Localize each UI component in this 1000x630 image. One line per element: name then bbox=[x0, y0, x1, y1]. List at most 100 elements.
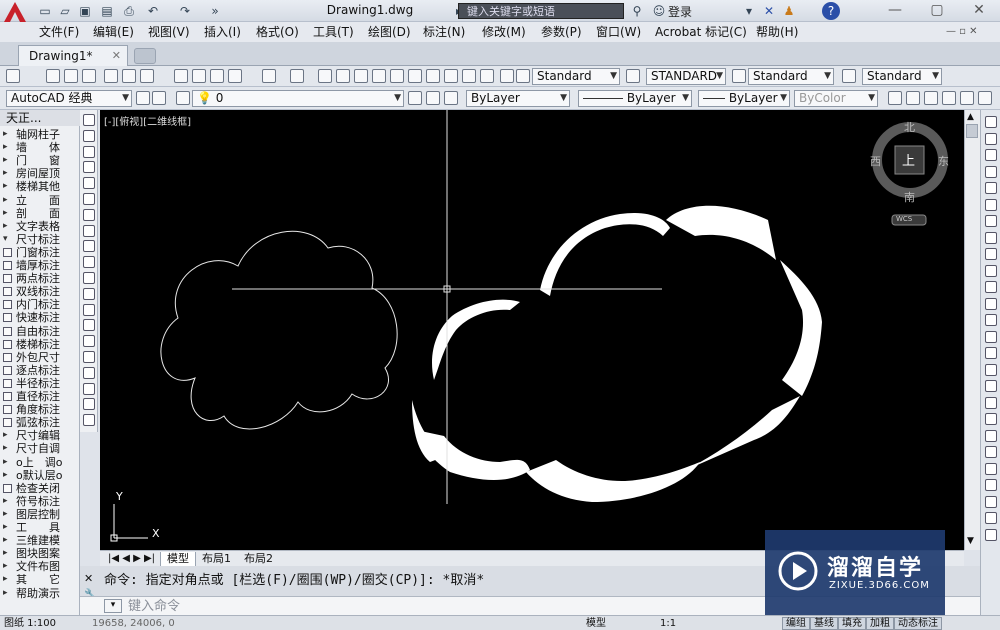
text-style-select[interactable]: Standard ▼ bbox=[532, 68, 620, 85]
drawing-scale[interactable]: 图纸 1:100 bbox=[4, 617, 56, 630]
document-tab[interactable]: Drawing1* ✕ bbox=[18, 45, 128, 66]
move-icon[interactable] bbox=[985, 198, 997, 211]
save-icon[interactable] bbox=[82, 69, 96, 83]
palette-item[interactable]: ▸ 剖 面 bbox=[0, 207, 78, 220]
menu-acrobat[interactable]: Acrobat 标记(C) bbox=[655, 24, 747, 40]
palette-item[interactable]: ▸ 工 具 bbox=[0, 521, 78, 534]
palette-item[interactable]: ▸ 符号标注 bbox=[0, 495, 78, 508]
dim-style-select[interactable]: STANDARD ▼ bbox=[646, 68, 726, 85]
menu-view[interactable]: 视图(V) bbox=[148, 24, 190, 40]
maximize-button[interactable]: ▢ bbox=[916, 0, 958, 20]
baseline-toggle[interactable]: 基线 bbox=[810, 617, 838, 630]
match-icon[interactable] bbox=[985, 528, 997, 541]
workspace-select[interactable]: AutoCAD 经典 ▼ bbox=[6, 90, 132, 107]
close-button[interactable]: ✕ bbox=[958, 0, 1000, 20]
palette-item[interactable]: 直径标注 bbox=[0, 390, 78, 403]
quickcalc-icon[interactable] bbox=[480, 69, 494, 83]
break-icon[interactable] bbox=[985, 314, 997, 326]
designcenter-icon[interactable] bbox=[408, 69, 422, 83]
palette-item[interactable]: ▸ 图块图案 bbox=[0, 547, 78, 560]
wcs-menu[interactable]: WCS bbox=[896, 215, 912, 223]
mtext-icon[interactable] bbox=[83, 398, 95, 411]
compass-south[interactable]: 南 bbox=[904, 189, 915, 205]
recent-commands-icon[interactable]: ▾ bbox=[104, 599, 122, 613]
palette-item[interactable]: 逐点标注 bbox=[0, 364, 78, 377]
palette-item[interactable]: ▸ 三维建模 bbox=[0, 534, 78, 547]
tab-layout2[interactable]: 布局2 bbox=[238, 552, 279, 566]
new-tab-button[interactable] bbox=[134, 48, 156, 64]
palette-item[interactable]: 弧弦标注 bbox=[0, 416, 78, 429]
palette-item[interactable]: 自由标注 bbox=[0, 325, 78, 338]
drawing-canvas[interactable]: [-][俯视][二维线框] 北 南 东 西 上 WCS Y X bbox=[100, 110, 964, 550]
arc-icon[interactable] bbox=[83, 193, 95, 205]
break-at-point-icon[interactable] bbox=[985, 297, 997, 310]
table-icon[interactable] bbox=[83, 382, 95, 395]
mdi-controls[interactable]: — ▫ ✕ bbox=[946, 24, 978, 40]
scale-icon[interactable] bbox=[985, 231, 997, 244]
viewcube-top-face[interactable]: 上 bbox=[902, 150, 915, 169]
menu-format[interactable]: 格式(O) bbox=[256, 24, 299, 40]
rotate-icon[interactable] bbox=[985, 215, 997, 227]
menu-insert[interactable]: 插入(I) bbox=[204, 24, 241, 40]
new-icon[interactable]: ▭ bbox=[36, 2, 54, 20]
chamfer-icon[interactable] bbox=[985, 347, 997, 359]
send-under-icon[interactable] bbox=[985, 495, 997, 508]
publish-icon[interactable] bbox=[140, 69, 154, 83]
layer-properties-icon[interactable] bbox=[176, 91, 190, 105]
erase-icon[interactable] bbox=[985, 116, 997, 128]
mirror-icon[interactable] bbox=[985, 149, 997, 161]
lineweight-select[interactable]: ByLayer ▼ bbox=[698, 90, 790, 107]
table-style-select[interactable]: Standard ▼ bbox=[748, 68, 834, 85]
save-as-icon[interactable]: ▤ bbox=[98, 2, 116, 20]
palette-item[interactable]: ▸ 文字表格 bbox=[0, 220, 78, 233]
redo-icon[interactable] bbox=[290, 69, 304, 83]
group-toggle[interactable]: 编组 bbox=[782, 617, 810, 630]
properties-icon[interactable] bbox=[390, 69, 404, 83]
polyline-icon[interactable] bbox=[83, 129, 95, 142]
palette-item[interactable]: ▸ 尺寸自调 bbox=[0, 442, 78, 455]
menu-window[interactable]: 窗口(W) bbox=[596, 24, 641, 40]
zoom-window-icon[interactable] bbox=[354, 69, 368, 83]
spline-icon[interactable] bbox=[83, 240, 95, 253]
palette-item[interactable]: ▸ 其 它 bbox=[0, 573, 78, 586]
palette-item[interactable]: ▸ 房间屋顶 bbox=[0, 167, 78, 180]
make-block-icon[interactable] bbox=[83, 303, 95, 316]
palette-item[interactable]: 检查关闭 bbox=[0, 482, 78, 495]
cut-icon[interactable] bbox=[174, 69, 188, 83]
model-space-label[interactable]: 模型 bbox=[586, 617, 606, 630]
palette-item[interactable]: ▸ 立 面 bbox=[0, 194, 78, 207]
plot-icon[interactable] bbox=[104, 69, 118, 83]
layout-nav-arrows[interactable]: |◀ ◀ ▶ ▶| bbox=[102, 552, 161, 566]
menu-modify[interactable]: 修改(M) bbox=[482, 24, 526, 40]
fillet-icon[interactable] bbox=[985, 363, 997, 376]
offset-icon[interactable] bbox=[985, 165, 997, 178]
palette-item[interactable]: 两点标注 bbox=[0, 272, 78, 285]
exchange-icon[interactable]: ✕ bbox=[760, 2, 778, 20]
dynamic-dim-toggle[interactable]: 动态标注 bbox=[894, 617, 942, 630]
array-icon[interactable] bbox=[985, 182, 997, 194]
community-icon[interactable]: ♟ bbox=[780, 2, 798, 20]
palette-item[interactable]: ▸ 尺寸编辑 bbox=[0, 429, 78, 442]
pan-icon[interactable] bbox=[318, 69, 332, 83]
tab-layout1[interactable]: 布局1 bbox=[196, 552, 237, 566]
revcloud-icon[interactable] bbox=[83, 224, 95, 237]
zoom-previous-icon[interactable] bbox=[372, 69, 386, 83]
polygon-icon[interactable] bbox=[83, 161, 95, 174]
palette-item[interactable]: 角度标注 bbox=[0, 403, 78, 416]
undo-icon[interactable] bbox=[262, 69, 276, 83]
palette-item[interactable]: ▸ 图层控制 bbox=[0, 508, 78, 521]
redo-icon[interactable]: ↷ bbox=[176, 2, 194, 20]
coordinate-readout[interactable]: 19658, 24006, 0 bbox=[92, 617, 175, 630]
matchprop-icon[interactable] bbox=[228, 69, 242, 83]
rectangle-icon[interactable] bbox=[83, 177, 95, 190]
scroll-thumb[interactable] bbox=[966, 124, 978, 138]
menu-file[interactable]: 文件(F) bbox=[39, 24, 79, 40]
workspace-settings-icon[interactable] bbox=[136, 91, 150, 105]
draworder-icon[interactable] bbox=[985, 396, 997, 409]
zoom-realtime-icon[interactable] bbox=[336, 69, 350, 83]
palette-item[interactable]: 墙厚标注 bbox=[0, 259, 78, 272]
layer-previous-icon[interactable] bbox=[426, 91, 440, 105]
menu-help[interactable]: 帮助(H) bbox=[756, 24, 798, 40]
palette-item[interactable]: ▸ 楼梯其他 bbox=[0, 180, 78, 193]
mleader-style-select[interactable]: Standard ▼ bbox=[862, 68, 942, 85]
